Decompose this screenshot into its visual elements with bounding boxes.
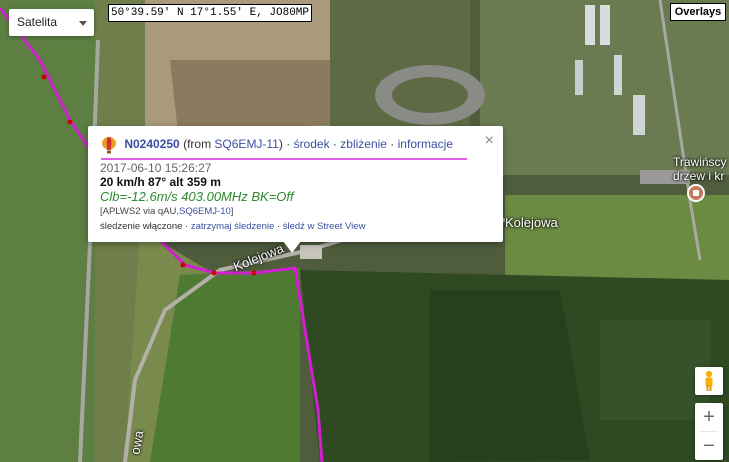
overlays-button[interactable]: Overlays [670,3,726,21]
track-point[interactable] [67,119,73,125]
poi-label: Trawińscy drzew i kr [673,155,727,183]
pegman-street-view-button[interactable] [695,367,723,395]
from-prefix: (from [183,137,212,152]
coordinates-readout: 50°39.59' N 17°1.55' E, JO80MP [108,4,312,22]
info-link[interactable]: informacje [398,137,453,151]
path-prefix: [APLWS2 via qAU, [100,206,180,217]
zoom-in-button[interactable]: + [695,403,723,431]
speed-altitude: 20 km/h 87° alt 359 m [100,175,221,189]
tracking-text: śledzenie włączone [100,221,183,232]
separator: · [386,137,398,152]
separator: · [282,137,294,152]
stop-tracking-link[interactable]: zatrzymaj śledzenie [191,221,274,232]
zoom-link[interactable]: zbliżenie [340,137,387,151]
separator: · [274,221,283,232]
track-point[interactable] [180,262,186,268]
map-type-label: Satelita [17,15,58,29]
station-comment: Clb=-12.6m/s 403.00MHz BK=Off [100,189,294,204]
packet-path: [APLWS2 via qAU,SQ6EMJ-10] [100,206,233,217]
road-label-kolejowa-2: Kolejowa [505,215,558,230]
popup-header: N0240250 (from SQ6EMJ-11) · środek · zbl… [101,136,467,160]
separator: · [329,137,341,152]
street-view-link[interactable]: śledź w Street View [283,221,366,232]
pegman-icon [705,370,713,391]
track-point[interactable] [251,270,257,276]
path-suffix: ] [230,206,234,217]
zoom-control: + − [695,403,723,460]
center-link[interactable]: środek [294,137,330,151]
map-type-selector[interactable]: Satelita [9,9,94,36]
from-station-link[interactable]: SQ6EMJ-11 [214,137,278,151]
station-info-popup: × N0240250 (from SQ6EMJ-11) · środek · z… [88,126,503,253]
separator: · [182,221,191,232]
poi-marker[interactable] [687,184,705,202]
close-icon[interactable]: × [485,133,494,149]
track-point[interactable] [211,270,217,276]
chevron-down-icon [79,21,87,26]
tracking-status: śledzenie włączone · zatrzymaj śledzenie… [100,221,365,232]
timestamp: 2017-06-10 15:26:27 [100,161,212,175]
igate-link[interactable]: SQ6EMJ-10 [179,206,231,217]
station-callsign-link[interactable]: N0240250 [124,137,179,151]
zoom-out-button[interactable]: − [695,432,723,460]
balloon-icon [102,137,116,154]
track-point[interactable] [41,74,47,80]
